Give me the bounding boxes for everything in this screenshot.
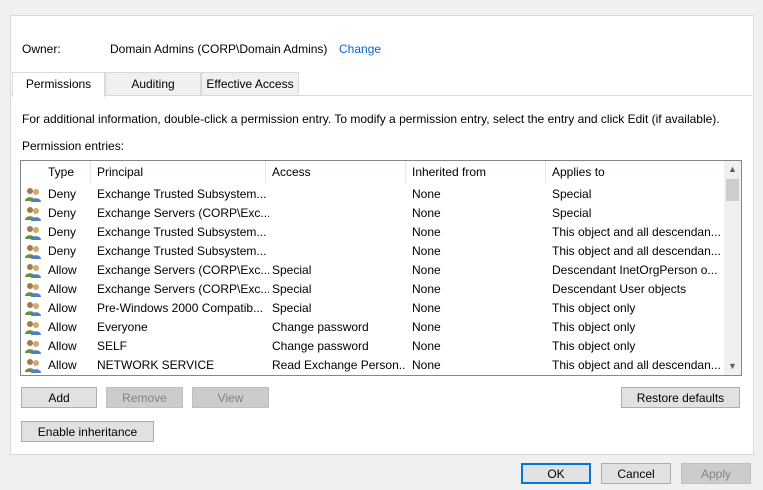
entry-inherited-from: None: [412, 187, 441, 201]
permission-entry-row[interactable]: Allow Exchange Servers (CORP\Exc... Specia…: [21, 280, 724, 299]
remove-button[interactable]: Remove: [106, 387, 183, 408]
entry-principal: SELF: [97, 339, 128, 353]
permission-entry-row[interactable]: Allow Exchange Servers (CORP\Exc... Specia…: [21, 261, 724, 280]
entry-access: Change password: [272, 320, 369, 334]
column-header-inherited-from[interactable]: Inherited from: [406, 161, 546, 183]
column-header-access[interactable]: Access: [266, 161, 406, 183]
entry-access: Special: [272, 301, 312, 315]
entry-applies-to: This object only: [552, 339, 636, 353]
entry-type: Deny: [48, 187, 77, 201]
entry-access: Change password: [272, 339, 369, 353]
entry-inherited-from: None: [412, 225, 441, 239]
users-group-icon: [25, 339, 43, 354]
entry-principal: Exchange Servers (CORP\Exc...: [97, 263, 269, 277]
entry-applies-to: Descendant InetOrgPerson o...: [552, 263, 718, 277]
permission-entry-row[interactable]: Allow Everyone Change password None This obj…: [21, 318, 724, 337]
entry-applies-to: Special: [552, 187, 592, 201]
scroll-thumb[interactable]: [726, 179, 739, 201]
users-group-icon: [25, 358, 43, 373]
permission-entry-row[interactable]: Allow SELF Change password None This object …: [21, 337, 724, 356]
column-header-principal[interactable]: Principal: [91, 161, 266, 183]
entry-inherited-from: None: [412, 358, 441, 372]
entry-type: Allow: [48, 301, 77, 315]
column-header-type[interactable]: Type: [42, 161, 91, 183]
entry-applies-to: Special: [552, 206, 592, 220]
permission-entry-row[interactable]: Deny Exchange Trusted Subsystem... None Thi…: [21, 242, 724, 261]
entry-inherited-from: None: [412, 263, 441, 277]
list-header: Type Principal Access Inherited from App…: [21, 161, 724, 183]
apply-button[interactable]: Apply: [681, 463, 751, 484]
entry-type: Allow: [48, 282, 77, 296]
entry-access: Read Exchange Person...: [272, 358, 406, 372]
entry-type: Deny: [48, 225, 77, 239]
entry-inherited-from: None: [412, 282, 441, 296]
entry-principal: Exchange Trusted Subsystem...: [97, 244, 267, 258]
entry-principal: Exchange Trusted Subsystem...: [97, 187, 267, 201]
permission-entry-row[interactable]: Deny Exchange Trusted Subsystem... None Thi…: [21, 223, 724, 242]
entry-type: Deny: [48, 244, 77, 258]
tab-permissions[interactable]: Permissions: [12, 72, 105, 97]
scroll-down-button[interactable]: ▼: [724, 358, 741, 375]
view-button[interactable]: View: [192, 387, 269, 408]
entry-principal: Exchange Trusted Subsystem...: [97, 225, 267, 239]
entry-applies-to: This object and all descendan...: [552, 225, 720, 239]
vertical-scrollbar[interactable]: ▲ ▼: [724, 161, 741, 375]
entry-applies-to: This object and all descendan...: [552, 244, 720, 258]
entry-inherited-from: None: [412, 320, 441, 334]
entry-type: Allow: [48, 358, 77, 372]
scroll-up-button[interactable]: ▲: [724, 161, 741, 178]
entry-inherited-from: None: [412, 244, 441, 258]
tab-effective-access[interactable]: Effective Access: [201, 72, 299, 95]
ok-button[interactable]: OK: [521, 463, 591, 484]
users-group-icon: [25, 320, 43, 335]
column-header-applies-to[interactable]: Applies to: [546, 161, 724, 183]
entry-type: Allow: [48, 263, 77, 277]
entry-inherited-from: None: [412, 301, 441, 315]
entry-applies-to: This object only: [552, 301, 636, 315]
enable-inheritance-button[interactable]: Enable inheritance: [21, 421, 154, 442]
permission-entry-row[interactable]: Deny Exchange Trusted Subsystem... None Spe…: [21, 185, 724, 204]
entry-rows: Deny Exchange Trusted Subsystem... None Spe…: [21, 185, 724, 375]
add-button[interactable]: Add: [21, 387, 97, 408]
entry-principal: NETWORK SERVICE: [97, 358, 215, 372]
entry-applies-to: This object and all descendan...: [552, 358, 720, 372]
tab-auditing[interactable]: Auditing: [105, 72, 201, 95]
tab-divider: [11, 95, 752, 96]
users-group-icon: [25, 244, 43, 259]
restore-defaults-button[interactable]: Restore defaults: [621, 387, 740, 408]
users-group-icon: [25, 301, 43, 316]
owner-value: Domain Admins (CORP\Domain Admins): [110, 42, 328, 56]
entry-access: Special: [272, 263, 312, 277]
entry-principal: Everyone: [97, 320, 148, 334]
entry-principal: Exchange Servers (CORP\Exc...: [97, 206, 269, 220]
info-text: For additional information, double-click…: [22, 112, 720, 126]
entry-type: Deny: [48, 206, 77, 220]
entry-applies-to: This object only: [552, 320, 636, 334]
entry-inherited-from: None: [412, 206, 441, 220]
permission-entry-row[interactable]: Deny Exchange Servers (CORP\Exc... None Spe…: [21, 204, 724, 223]
permission-entry-row[interactable]: Allow Pre-Windows 2000 Compatib... Special…: [21, 299, 724, 318]
owner-label: Owner:: [22, 42, 61, 56]
users-group-icon: [25, 187, 43, 202]
users-group-icon: [25, 206, 43, 221]
entry-principal: Pre-Windows 2000 Compatib...: [97, 301, 264, 315]
permission-entries-label: Permission entries:: [22, 139, 125, 153]
permission-entry-row[interactable]: Allow NETWORK SERVICE Read Exchange Person…: [21, 356, 724, 375]
cancel-button[interactable]: Cancel: [601, 463, 671, 484]
entry-type: Allow: [48, 320, 77, 334]
change-owner-link[interactable]: Change: [339, 42, 381, 56]
users-group-icon: [25, 263, 43, 278]
permission-entries-list[interactable]: Type Principal Access Inherited from App…: [20, 160, 742, 376]
entry-type: Allow: [48, 339, 77, 353]
entry-inherited-from: None: [412, 339, 441, 353]
entry-applies-to: Descendant User objects: [552, 282, 687, 296]
entry-principal: Exchange Servers (CORP\Exc...: [97, 282, 269, 296]
users-group-icon: [25, 225, 43, 240]
users-group-icon: [25, 282, 43, 297]
entry-access: Special: [272, 282, 312, 296]
